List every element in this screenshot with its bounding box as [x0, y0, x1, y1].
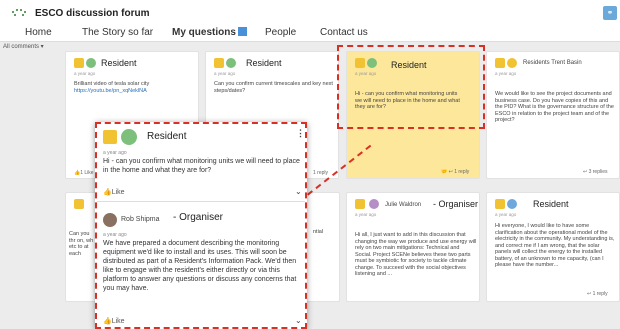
author-name: Resident	[101, 58, 137, 68]
avatar	[355, 199, 365, 209]
avatar	[121, 129, 137, 145]
avatar	[507, 58, 517, 68]
timestamp: a year ago	[74, 71, 96, 76]
nav-story[interactable]: The Story so far	[82, 27, 153, 38]
comment-card[interactable]: Julie Waldron - Organiser a year ago Hi …	[346, 192, 480, 302]
share-icon[interactable]: ⚭	[603, 6, 617, 20]
card-text: Can you thr on, wh etc to at each	[69, 231, 94, 257]
card-text: Hi all, I just want to add in this discu…	[355, 232, 477, 277]
reply-count[interactable]: 1 reply	[313, 170, 328, 176]
filter-dropdown[interactable]: All comments ▾	[3, 43, 44, 50]
reply-count[interactable]: 🤝 ↩ 1 reply	[441, 169, 469, 175]
avatar	[214, 58, 224, 68]
like-count[interactable]: 👍1 Like	[74, 170, 94, 176]
nav-people[interactable]: People	[265, 27, 296, 38]
main-nav: Home The Story so far My questions Peopl…	[0, 26, 620, 42]
expanded-thread-panel: Resident ⋮ a year ago Hi - can you confi…	[95, 122, 307, 329]
more-options-icon[interactable]: ⋮	[296, 128, 305, 139]
timestamp: a year ago	[495, 71, 517, 76]
timestamp: a year ago	[103, 150, 127, 156]
card-text: ntial	[313, 229, 324, 235]
author-name: Rob Shipma	[121, 216, 160, 223]
avatar	[507, 199, 517, 209]
chevron-down-icon[interactable]: ⌄	[295, 316, 302, 325]
avatar	[226, 58, 236, 68]
reply-label: 3 replies	[588, 169, 608, 175]
divider	[97, 201, 305, 202]
timestamp: a year ago	[495, 212, 517, 217]
chevron-down-icon[interactable]: ⌄	[295, 187, 302, 196]
highlight-box	[337, 45, 485, 129]
edit-icon	[237, 27, 247, 36]
nav-my-questions[interactable]: My questions	[172, 27, 247, 38]
comment-card[interactable]: Residents Trent Basin a year ago We woul…	[486, 51, 620, 179]
card-text: Can you confirm current timescales and k…	[214, 81, 333, 94]
like-label: 1 Like	[80, 170, 94, 176]
timestamp: a year ago	[214, 71, 236, 76]
avatar	[369, 199, 379, 209]
nav-my-questions-label: My questions	[172, 27, 236, 38]
nav-home[interactable]: Home	[25, 27, 52, 38]
like-button[interactable]: 👍Like	[103, 317, 125, 325]
author-name: Julie Waldron	[385, 202, 422, 208]
author-name: Resident	[246, 58, 282, 68]
reply-count[interactable]: ↩ 1 reply	[587, 291, 608, 297]
reply-label: 1 reply	[454, 169, 470, 175]
avatar	[495, 58, 505, 68]
avatar	[103, 130, 117, 144]
post-text: Hi - can you confirm what monitoring uni…	[103, 158, 300, 174]
like-button[interactable]: 👍Like	[103, 188, 125, 196]
author-name: Resident	[533, 199, 569, 209]
timestamp: a year ago	[103, 232, 127, 238]
organiser-role: - Organiser	[173, 212, 224, 223]
comment-card[interactable]: Resident a year ago Hi everyone, I would…	[486, 192, 620, 302]
app-title: ESCO discussion forum	[35, 8, 150, 19]
organiser-role: - Organiser	[433, 199, 479, 209]
author-name: Resident	[147, 131, 187, 142]
avatar	[74, 199, 84, 209]
timestamp: a year ago	[355, 212, 377, 217]
avatar	[86, 58, 96, 68]
video-link[interactable]: https://youtu.be/pn_xqNeklNA	[74, 88, 147, 94]
like-label: Like	[111, 318, 125, 325]
like-label: Like	[111, 189, 125, 196]
card-text: Brilliant video of tesla solar city https…	[74, 81, 194, 94]
avatar	[103, 213, 117, 227]
reply-label: 1 reply	[592, 291, 608, 297]
reply-text: We have prepared a document describing t…	[103, 240, 297, 292]
card-text: We would like to see the project documen…	[495, 91, 614, 123]
reply-count[interactable]: ↩ 3 replies	[583, 169, 608, 175]
nav-contact[interactable]: Contact us	[320, 27, 368, 38]
avatar	[74, 58, 84, 68]
card-text-body: Brilliant video of tesla solar city	[74, 81, 150, 87]
avatar	[495, 199, 505, 209]
top-bar: ESCO discussion forum ⚭	[0, 0, 620, 26]
card-text: Hi everyone, I would like to have some c…	[495, 223, 615, 268]
logo-icon	[10, 7, 30, 19]
author-name: Residents Trent Basin	[523, 60, 582, 66]
